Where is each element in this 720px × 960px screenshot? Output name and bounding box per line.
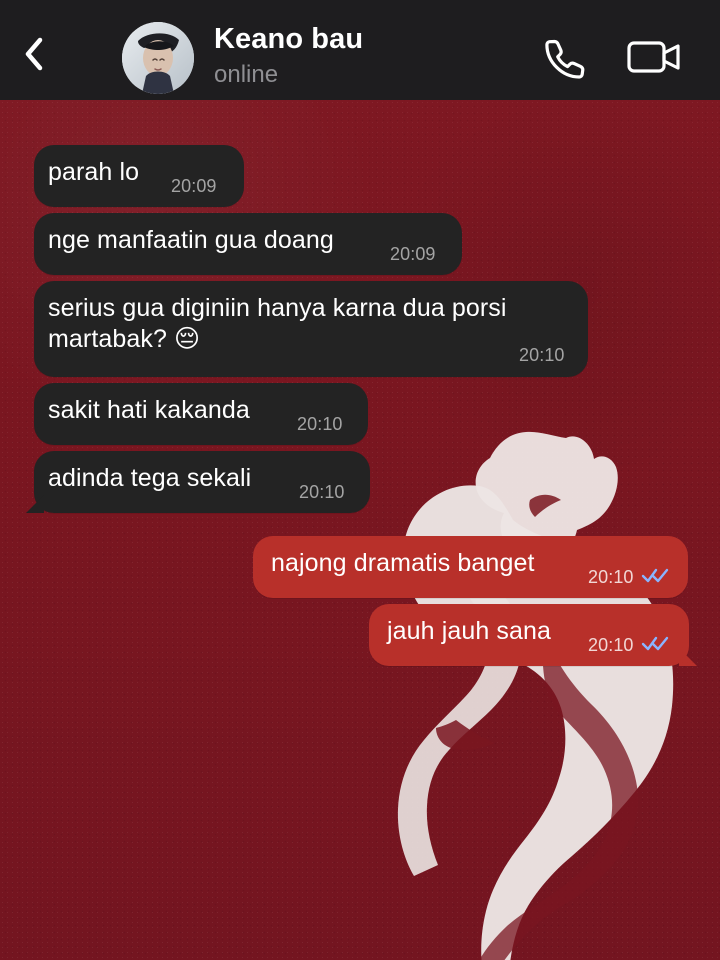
message-bubble-incoming-4: sakit hati kakanda 20:10 [34,383,368,445]
message-text: serius gua diginiin hanya karna dua pors… [48,294,507,353]
message-bubble-incoming-3: serius gua diginiin hanya karna dua pors… [34,281,588,377]
message-time: 20:10 [588,635,634,655]
double-check-icon [641,568,669,583]
message-time: 20:10 [519,345,565,365]
message-list: parah lo 20:09 nge manfaatin gua doang 2… [0,0,720,960]
message-bubble-incoming-2: nge manfaatin gua doang 20:09 [34,213,462,275]
incoming-bubble-tail [26,495,44,513]
message-text: nge manfaatin gua doang [48,226,334,254]
outgoing-bubble-tail [679,648,697,666]
message-text: najong dramatis banget [271,549,535,577]
message-text: adinda tega sekali [48,464,252,492]
message-bubble-incoming-5: adinda tega sekali 20:10 [26,451,370,513]
message-text: sakit hati kakanda [48,396,250,424]
message-bubble-outgoing-1: najong dramatis banget 20:10 [253,536,688,598]
message-bubble-incoming-1: parah lo 20:09 [34,145,244,207]
message-time: 20:09 [171,176,217,196]
double-check-icon [641,636,669,651]
message-text: jauh jauh sana [387,617,552,645]
chat-screen: Keano bau online parah lo 20:09 nge manf… [0,0,720,960]
message-time: 20:10 [588,567,634,587]
message-time: 20:10 [297,414,343,434]
message-time: 20:10 [299,482,345,502]
message-text: parah lo [48,158,140,186]
message-bubble-outgoing-2: jauh jauh sana 20:10 [369,604,697,666]
message-time: 20:09 [390,244,436,264]
